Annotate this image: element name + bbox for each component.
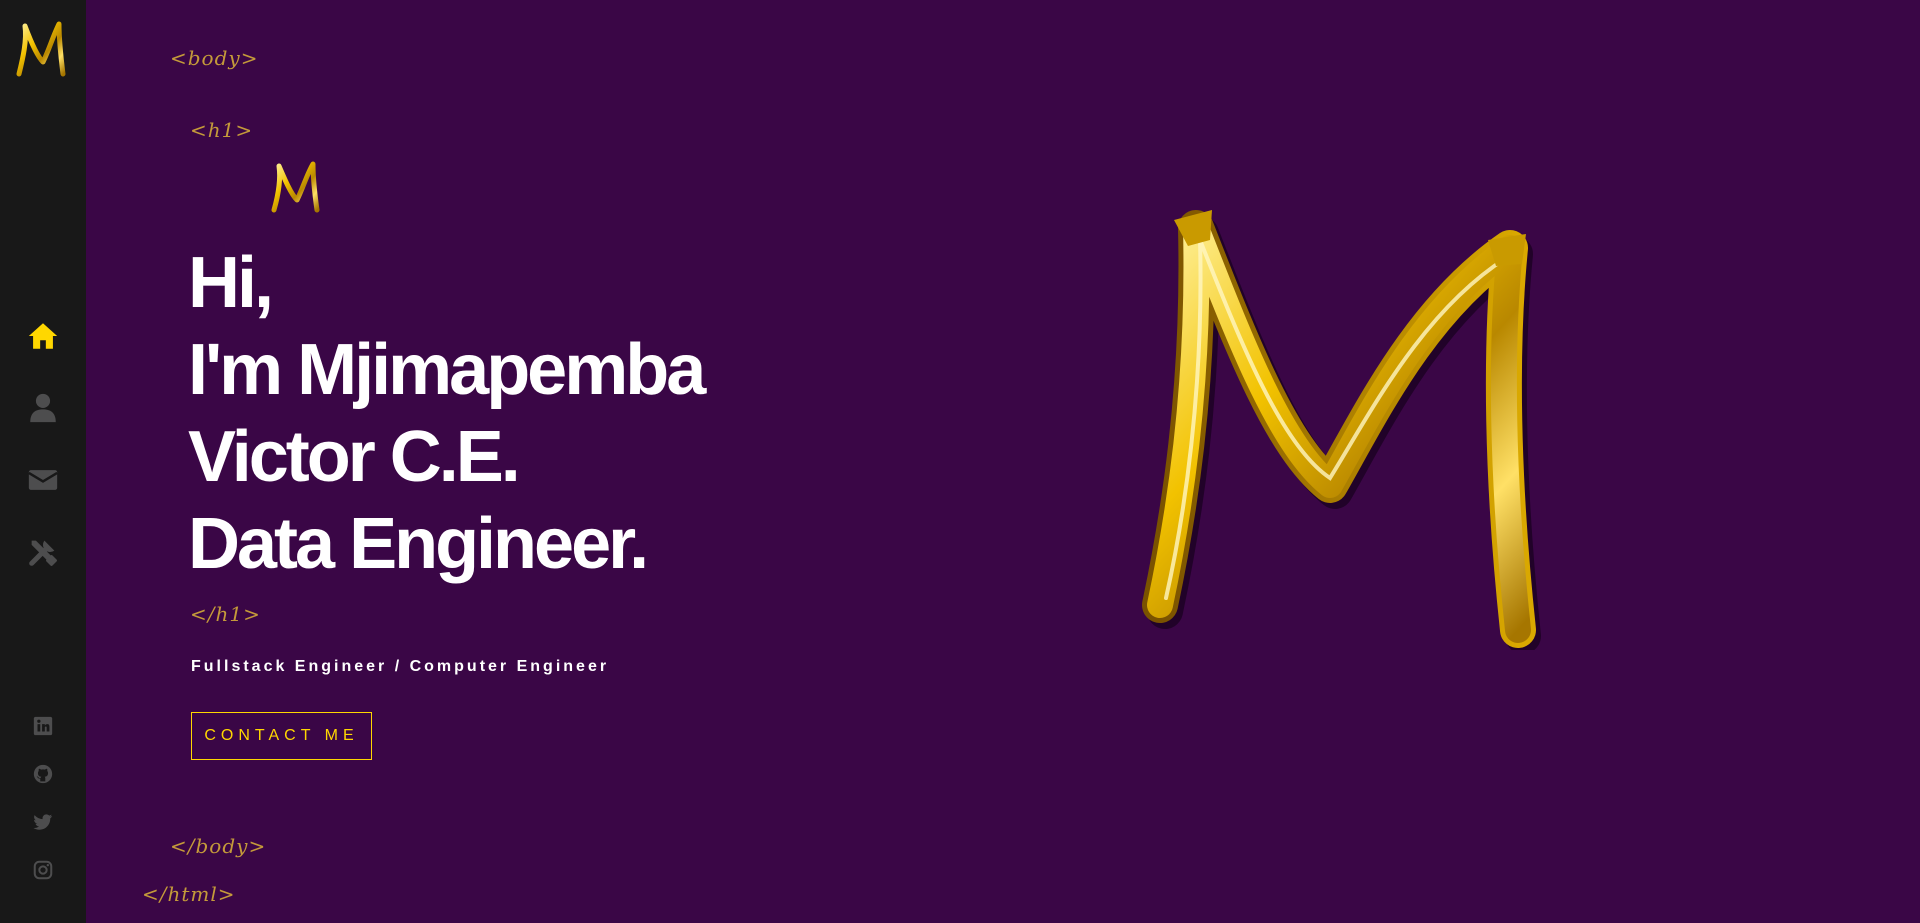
gold-m-hero-logo-icon [1142,210,1541,650]
body-open-tag: <body> [170,46,259,70]
linkedin-link[interactable] [0,702,86,750]
h1-close-tag: </h1> [190,602,261,626]
github-icon [33,764,53,784]
nav-home[interactable] [0,300,86,372]
headline-line-name: I'm Mjimapemba [188,330,706,410]
nav-skills[interactable] [0,516,86,588]
contact-me-button[interactable]: CONTACT ME [191,712,372,760]
gold-m-logo-icon[interactable] [13,18,69,78]
hero-subtitle: Fullstack Engineer / Computer Engineer [191,658,610,675]
nav-contact[interactable] [0,444,86,516]
instagram-icon [33,860,53,880]
main-nav [0,300,86,588]
tools-icon [29,540,57,566]
headline-line-greeting: Hi, [188,243,274,323]
h1-open-tag: <h1> [190,118,254,142]
body-close-tag: </body> [170,834,267,858]
linkedin-icon [33,716,53,736]
twitter-link[interactable] [0,798,86,846]
envelope-icon [28,470,58,490]
nav-about[interactable] [0,372,86,444]
social-links [0,702,86,894]
home-icon [28,323,58,349]
html-close-tag: </html> [142,882,236,906]
gold-m-small-icon [271,161,320,213]
user-icon [30,393,56,423]
sidebar [0,0,86,923]
github-link[interactable] [0,750,86,798]
twitter-icon [33,814,53,830]
hero-headline: Hi, I'm Mjimapemba Victor C.E. Data Engi… [188,240,706,588]
headline-line-role: Data Engineer. [188,504,649,584]
headline-line-name-2: Victor C.E. [188,417,521,497]
instagram-link[interactable] [0,846,86,894]
